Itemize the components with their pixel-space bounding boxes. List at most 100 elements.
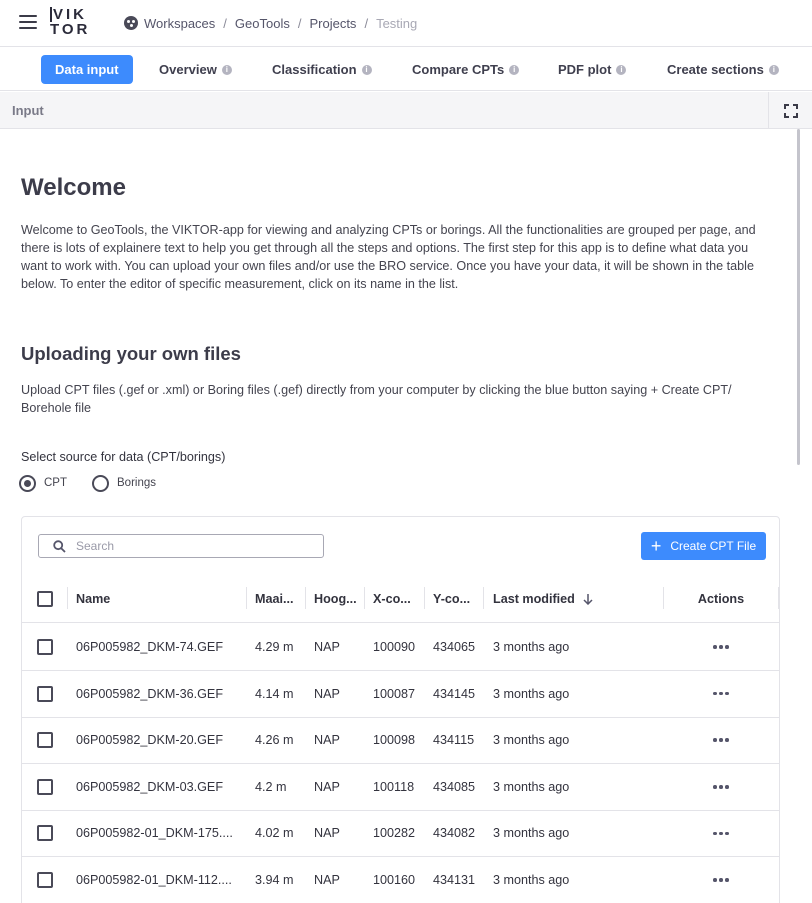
column-header-maaiveld[interactable]: Maai... — [255, 575, 305, 622]
column-header-last-modified[interactable]: Last modified — [493, 575, 663, 622]
table-row[interactable]: 06P005982_DKM-36.GEF 4.14 m NAP 100087 43414… — [22, 671, 779, 718]
more-actions-icon[interactable] — [713, 738, 729, 742]
cell-x-coordinate: 100160 — [373, 873, 416, 887]
column-header-x-coordinate[interactable]: X-co... — [373, 575, 423, 622]
tab-compare-cpts[interactable]: Compare CPTs i — [412, 55, 520, 84]
cell-last-modified: 3 months ago — [493, 826, 570, 841]
row-checkbox-cell — [37, 810, 53, 856]
page-tabs: Data input Overview i Classification i C… — [0, 48, 812, 91]
cell-last-modified: 3 months ago — [493, 686, 570, 701]
workspaces-icon — [124, 16, 138, 30]
plus-icon: + — [650, 536, 662, 556]
scrollbar[interactable] — [797, 129, 800, 465]
more-actions-icon[interactable] — [713, 785, 729, 789]
create-cpt-file-button[interactable]: + Create CPT File — [641, 532, 766, 560]
tab-overview[interactable]: Overview i — [159, 55, 232, 84]
tab-data-input[interactable]: Data input — [41, 55, 133, 84]
sort-descending-icon[interactable] — [583, 593, 593, 605]
cell-maaiveld: 3.94 m — [255, 873, 294, 887]
row-checkbox[interactable] — [37, 639, 53, 655]
column-divider[interactable] — [364, 587, 365, 609]
cpt-name-link[interactable]: 06P005982-01_DKM-112.... — [76, 857, 240, 903]
fullscreen-button[interactable] — [768, 92, 812, 129]
cell-y-coordinate: 434115 — [433, 733, 475, 748]
cpt-name-link[interactable]: 06P005982_DKM-03.GEF — [76, 764, 240, 810]
cell-maaiveld: 4.14 m — [255, 686, 294, 701]
column-header-name[interactable]: Name — [76, 575, 246, 622]
tab-label: PDF plot — [558, 62, 612, 77]
intro-text: Welcome to GeoTools, the VIKTOR-app for … — [21, 223, 756, 291]
more-actions-icon[interactable] — [713, 645, 729, 649]
create-button-label: Create CPT File — [670, 539, 757, 553]
cell-hoogte: NAP — [314, 733, 340, 748]
radio-cpt[interactable] — [19, 474, 36, 492]
column-divider[interactable] — [305, 587, 306, 609]
row-checkbox[interactable] — [37, 872, 53, 888]
breadcrumb-projects[interactable]: Projects — [309, 16, 356, 31]
cell-maaiveld: 4.26 m — [255, 733, 294, 748]
cell-maaiveld: 4.2 m — [255, 779, 287, 794]
column-header-y-coordinate[interactable]: Y-co... — [433, 575, 483, 622]
logo-line-1: VIK — [50, 7, 90, 22]
search-field[interactable] — [38, 534, 324, 558]
cell-x-coordinate: 100087 — [373, 686, 416, 701]
select-all-checkbox[interactable] — [37, 590, 53, 607]
table-row[interactable]: 06P005982_DKM-03.GEF 4.2 m NAP 100118 434085… — [22, 764, 779, 811]
row-checkbox[interactable] — [37, 825, 53, 842]
column-header-hoogte[interactable]: Hoog... — [314, 575, 364, 622]
cpt-name-link[interactable]: 06P005982_DKM-74.GEF — [76, 624, 240, 670]
radio-cpt-label[interactable]: CPT — [44, 477, 67, 489]
source-label: Select source for data (CPT/borings) — [21, 450, 226, 464]
more-actions-icon[interactable] — [713, 878, 729, 882]
cell-y-coordinate: 434065 — [433, 640, 476, 654]
page-title: Welcome — [21, 174, 126, 201]
cpt-name-link[interactable]: 06P005982-01_DKM-175.... — [76, 810, 240, 856]
radio-borings[interactable] — [92, 474, 109, 492]
row-checkbox[interactable] — [37, 685, 53, 702]
cpt-name-link[interactable]: 06P005982_DKM-36.GEF — [76, 671, 240, 717]
tab-label: Create sections — [667, 62, 764, 77]
column-divider[interactable] — [424, 587, 425, 609]
more-actions-icon[interactable] — [713, 691, 729, 696]
cell-maaiveld: 4.02 m — [255, 826, 294, 841]
tab-label: Overview — [159, 62, 217, 77]
cell-last-modified: 3 months ago — [493, 873, 570, 887]
more-actions-icon[interactable] — [713, 831, 729, 836]
logo-line-2: TOR — [50, 21, 91, 38]
table-row[interactable]: 06P005982_DKM-20.GEF 4.26 m NAP 100098 43411… — [22, 717, 779, 765]
info-icon: i — [221, 64, 232, 75]
tab-classification[interactable]: Classification i — [272, 55, 372, 84]
tab-create-sections[interactable]: Create sections i — [667, 55, 779, 84]
cpt-name-link[interactable]: 06P005982_DKM-20.GEF — [76, 717, 240, 763]
row-actions-cell — [663, 764, 779, 810]
cell-x-coordinate: 100282 — [373, 826, 416, 841]
cell-hoogte: NAP — [314, 873, 340, 887]
viktor-logo[interactable]: VIK TOR — [50, 7, 90, 39]
table-row[interactable]: 06P005982-01_DKM-112.... 3.94 m NAP 100160 4… — [22, 857, 779, 903]
row-actions-cell — [663, 810, 779, 856]
cell-last-modified: 3 months ago — [493, 779, 570, 794]
column-divider[interactable] — [483, 587, 484, 609]
search-input[interactable] — [76, 539, 306, 553]
source-radio-group: CPT Borings — [19, 473, 181, 493]
cell-hoogte: NAP — [314, 640, 340, 654]
breadcrumb-app[interactable]: GeoTools — [235, 16, 290, 31]
breadcrumb-separator: / — [297, 15, 302, 31]
menu-icon[interactable] — [19, 15, 37, 29]
cpt-table-card: + Create CPT File Name Maai... Hoog... X… — [21, 516, 780, 903]
row-actions-cell — [663, 624, 779, 670]
table-row[interactable]: 06P005982_DKM-74.GEF 4.29 m NAP 100090 43406… — [22, 624, 779, 671]
search-icon — [53, 539, 66, 553]
cell-y-coordinate: 434145 — [433, 686, 476, 701]
breadcrumb-separator: / — [364, 15, 369, 31]
breadcrumb-workspaces[interactable]: Workspaces — [144, 16, 215, 31]
table-row[interactable]: 06P005982-01_DKM-175.... 4.02 m NAP 100282 4… — [22, 810, 779, 858]
column-divider[interactable] — [246, 587, 247, 609]
tab-pdf-plot[interactable]: PDF plot i — [558, 55, 627, 84]
row-checkbox[interactable] — [37, 732, 53, 749]
radio-borings-label[interactable]: Borings — [117, 477, 156, 489]
row-checkbox[interactable] — [37, 778, 53, 795]
tab-label: Data input — [55, 62, 119, 77]
input-panel-header: Input — [0, 92, 812, 129]
row-actions-cell — [663, 671, 779, 717]
